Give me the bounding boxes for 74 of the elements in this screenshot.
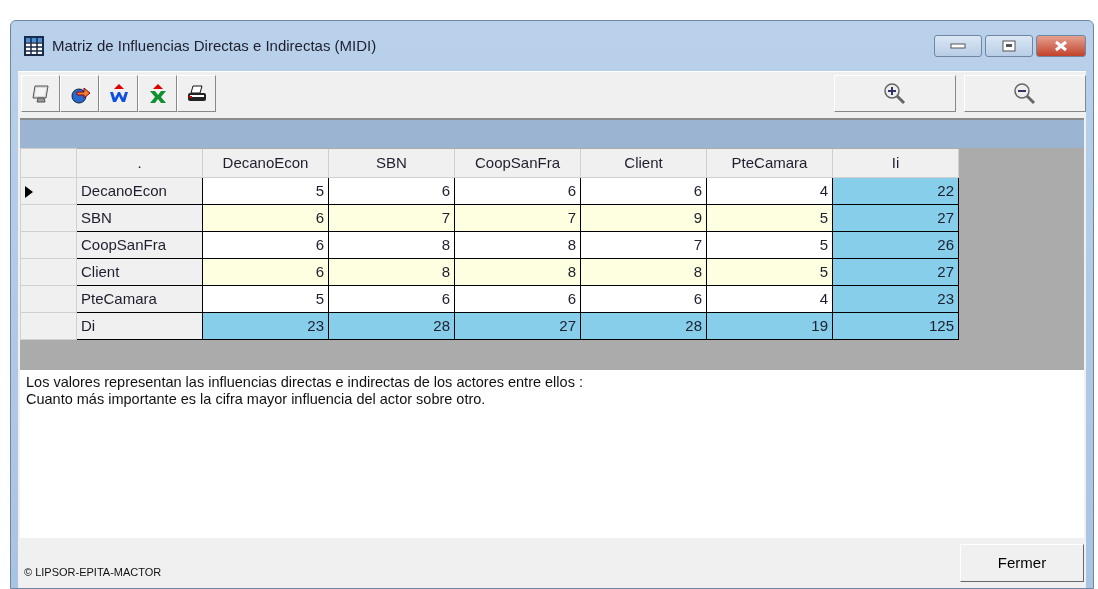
column-header: SBN — [328, 148, 455, 178]
zoom-in-button[interactable] — [834, 75, 956, 112]
current-row-icon — [25, 185, 33, 198]
table-icon — [24, 36, 44, 56]
table-cell: 8 — [328, 258, 455, 286]
description-text: Cuanto más importante es la cifra mayor influencia del actor sobre otro. — [26, 391, 487, 408]
table-cell: 27 — [832, 204, 959, 232]
column-header: Ii — [832, 148, 959, 178]
row-label: CoopSanFra — [76, 231, 203, 259]
row-label: DecanoEcon — [76, 177, 203, 205]
table-cell: 5 — [706, 231, 833, 259]
table-cell: 27 — [454, 312, 581, 340]
table-cell: 6 — [202, 258, 329, 286]
table-cell: 23 — [202, 312, 329, 340]
description-text: Los valores representan las influencias directas e indirectas de los actores entre ellos : — [26, 374, 584, 391]
zoom-out-icon — [1013, 81, 1037, 106]
table-cell: 19 — [706, 312, 833, 340]
table-cell: 9 — [580, 204, 707, 232]
column-header: CoopSanFra — [454, 148, 581, 178]
close-icon — [1053, 40, 1069, 52]
table-cell: 23 — [832, 285, 959, 313]
maximize-icon — [1002, 40, 1016, 52]
row-label: Di — [76, 312, 203, 340]
word-export-icon — [107, 82, 130, 105]
row-label: SBN — [76, 204, 203, 232]
monitor-button[interactable] — [21, 75, 60, 112]
table-cell: 6 — [328, 285, 455, 313]
window-title: Matriz de Influencias Directas e Indirectas (MIDI) — [52, 35, 377, 56]
export-button[interactable] — [60, 75, 99, 112]
maximize-button[interactable] — [985, 35, 1033, 57]
monitor-icon — [29, 82, 52, 105]
table-cell: 27 — [832, 258, 959, 286]
table-cell: 5 — [202, 285, 329, 313]
table-cell: 4 — [706, 285, 833, 313]
column-header: DecanoEcon — [202, 148, 329, 178]
table-cell: 7 — [328, 204, 455, 232]
column-header: Client — [580, 148, 707, 178]
close-button[interactable] — [1036, 35, 1086, 57]
printer-button[interactable] — [177, 75, 216, 112]
zoom-out-button[interactable] — [964, 75, 1086, 112]
table-cell: 6 — [454, 177, 581, 205]
column-header: PteCamara — [706, 148, 833, 178]
table-cell: 8 — [454, 258, 581, 286]
close-button[interactable]: Fermer — [960, 544, 1084, 582]
table-cell: 5 — [202, 177, 329, 205]
table-cell: 6 — [580, 285, 707, 313]
table-cell: 4 — [706, 177, 833, 205]
table-cell: 6 — [454, 285, 581, 313]
table-cell: 6 — [202, 204, 329, 232]
table-cell: 6 — [328, 177, 455, 205]
table-cell: 6 — [580, 177, 707, 205]
table-cell: 5 — [706, 204, 833, 232]
table-cell: 7 — [454, 204, 581, 232]
table-cell: 26 — [832, 231, 959, 259]
excel-export-button[interactable] — [138, 75, 177, 112]
table-cell: 28 — [580, 312, 707, 340]
table-cell: 6 — [202, 231, 329, 259]
table-cell: 5 — [706, 258, 833, 286]
row-label: PteCamara — [76, 285, 203, 313]
table-cell: 125 — [832, 312, 959, 340]
table-cell: 8 — [454, 231, 581, 259]
column-header: . — [76, 148, 203, 178]
table-cell: 8 — [580, 258, 707, 286]
zoom-in-icon — [883, 81, 907, 106]
table-cell: 7 — [580, 231, 707, 259]
row-label: Client — [76, 258, 203, 286]
copyright-text: © LIPSOR-EPITA-MACTOR — [24, 564, 162, 580]
minimize-icon — [950, 43, 966, 49]
word-export-button[interactable] — [99, 75, 138, 112]
row-header[interactable] — [20, 177, 77, 205]
minimize-button[interactable] — [934, 35, 982, 57]
table-cell: 28 — [328, 312, 455, 340]
table-cell: 8 — [328, 231, 455, 259]
table-cell: 22 — [832, 177, 959, 205]
